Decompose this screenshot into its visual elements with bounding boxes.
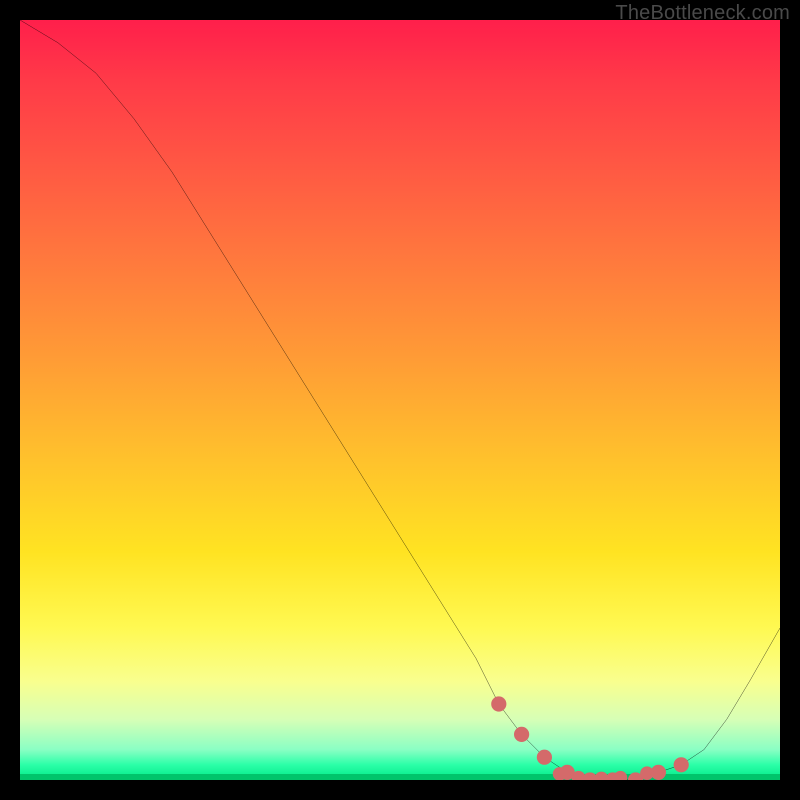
plot-area bbox=[20, 20, 780, 780]
optimal-marker bbox=[674, 757, 689, 772]
chart-stage: TheBottleneck.com bbox=[0, 0, 800, 800]
optimal-marker bbox=[614, 771, 628, 780]
optimal-marker bbox=[595, 772, 609, 780]
optimal-marker bbox=[514, 727, 529, 742]
optimal-zone-markers bbox=[491, 696, 689, 780]
curve-svg bbox=[20, 20, 780, 780]
optimal-marker bbox=[537, 750, 552, 765]
optimal-marker bbox=[491, 696, 506, 711]
optimal-marker bbox=[640, 766, 654, 780]
bottleneck-curve-path bbox=[20, 20, 780, 780]
